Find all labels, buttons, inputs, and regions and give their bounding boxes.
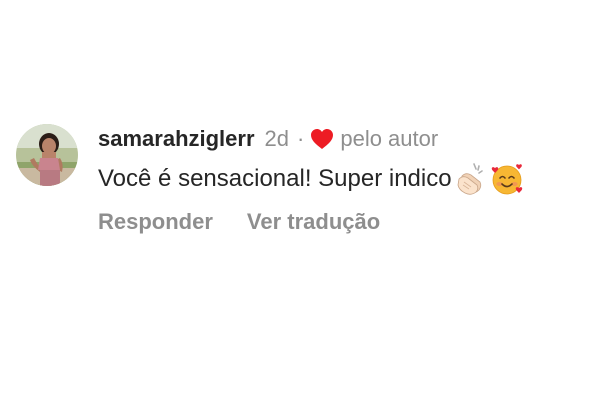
- avatar[interactable]: [16, 124, 78, 186]
- comment: samarahziglerr 2d · pelo autor Você é se…: [16, 122, 586, 242]
- smiling-face-with-hearts-emoji: [490, 162, 524, 196]
- comment-actions: Responder Ver tradução: [98, 202, 586, 242]
- separator-dot: ·: [297, 126, 305, 151]
- avatar-image: [16, 124, 78, 186]
- timestamp[interactable]: 2d: [265, 126, 289, 152]
- comment-text-line: Você é sensacional! Super indico: [98, 156, 586, 202]
- username[interactable]: samarahziglerr: [98, 126, 255, 152]
- heart-icon: [310, 128, 334, 150]
- see-translation-button[interactable]: Ver tradução: [247, 209, 380, 235]
- comment-text: Você é sensacional! Super indico: [98, 165, 452, 192]
- comment-meta: samarahziglerr 2d · pelo autor: [98, 122, 586, 156]
- clapping-hands-emoji: [454, 162, 488, 196]
- reply-button[interactable]: Responder: [98, 209, 213, 235]
- comment-content: samarahziglerr 2d · pelo autor Você é se…: [98, 122, 586, 242]
- liked-by-author-label: pelo autor: [340, 126, 439, 151]
